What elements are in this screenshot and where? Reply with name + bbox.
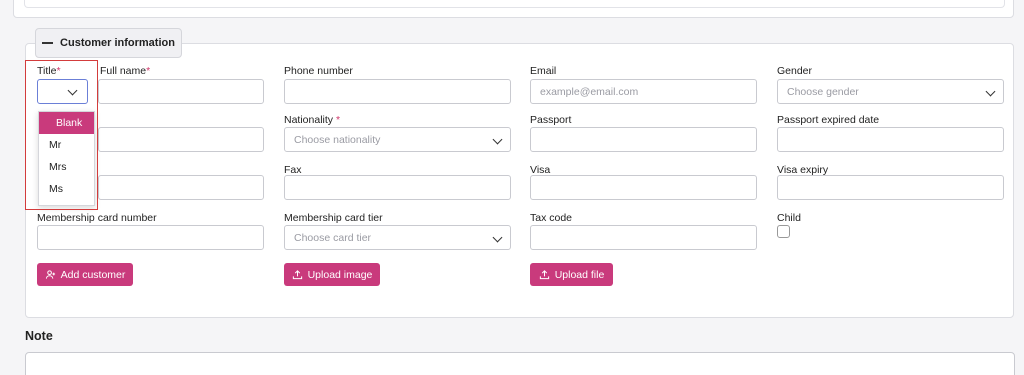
child-checkbox[interactable] [777, 225, 790, 238]
gender-label: Gender [777, 65, 813, 77]
top-input-field[interactable] [24, 0, 1005, 8]
note-textarea[interactable] [25, 352, 1015, 375]
customer-info-toggle[interactable]: Customer information [35, 28, 182, 58]
membership-number-label: Membership card number [37, 212, 157, 224]
upload-icon [292, 270, 302, 280]
upload-image-button[interactable]: Upload image [284, 263, 380, 286]
passport-expiry-field[interactable] [777, 127, 1004, 152]
email-placeholder: example@email.com [540, 85, 639, 98]
visa-expiry-field[interactable] [777, 175, 1004, 200]
passport-expiry-label: Passport expired date [777, 114, 880, 126]
visa-field[interactable] [530, 175, 757, 200]
chevron-down-icon [985, 86, 996, 97]
gender-select[interactable]: Choose gender [777, 79, 1004, 104]
tax-code-field[interactable] [530, 225, 757, 250]
email-field[interactable]: example@email.com [530, 79, 757, 104]
phone-label: Phone number [284, 65, 353, 77]
upload-file-button[interactable]: Upload file [530, 263, 613, 286]
membership-number-field[interactable] [37, 225, 264, 250]
add-user-icon [45, 270, 55, 279]
nationality-placeholder: Choose nationality [294, 133, 381, 146]
row2-field[interactable] [98, 127, 264, 152]
child-label: Child [777, 212, 801, 224]
tax-code-label: Tax code [530, 212, 573, 224]
phone-field[interactable] [284, 79, 511, 104]
nationality-label: Nationality * [284, 114, 341, 126]
upload-image-label: Upload image [307, 268, 373, 281]
chevron-down-icon [492, 134, 503, 145]
section-title: Customer information [60, 37, 175, 49]
add-customer-button[interactable]: Add customer [37, 263, 133, 286]
chevron-down-icon [492, 232, 503, 243]
upload-icon [539, 270, 549, 280]
passport-label: Passport [530, 114, 572, 126]
email-label: Email [530, 65, 557, 77]
upload-file-label: Upload file [554, 268, 605, 281]
highlight-box [25, 60, 98, 210]
membership-tier-select[interactable]: Choose card tier [284, 225, 511, 250]
gender-placeholder: Choose gender [787, 85, 859, 98]
add-customer-label: Add customer [60, 268, 126, 281]
passport-field[interactable] [530, 127, 757, 152]
full-name-label: Full name* [100, 65, 151, 77]
full-name-field[interactable] [98, 79, 264, 104]
membership-tier-placeholder: Choose card tier [294, 231, 372, 244]
fax-field[interactable] [284, 175, 511, 200]
row3-field[interactable] [98, 175, 264, 200]
membership-tier-label: Membership card tier [284, 212, 383, 224]
collapse-icon [42, 42, 54, 44]
nationality-select[interactable]: Choose nationality [284, 127, 511, 152]
note-title: Note [25, 329, 53, 343]
